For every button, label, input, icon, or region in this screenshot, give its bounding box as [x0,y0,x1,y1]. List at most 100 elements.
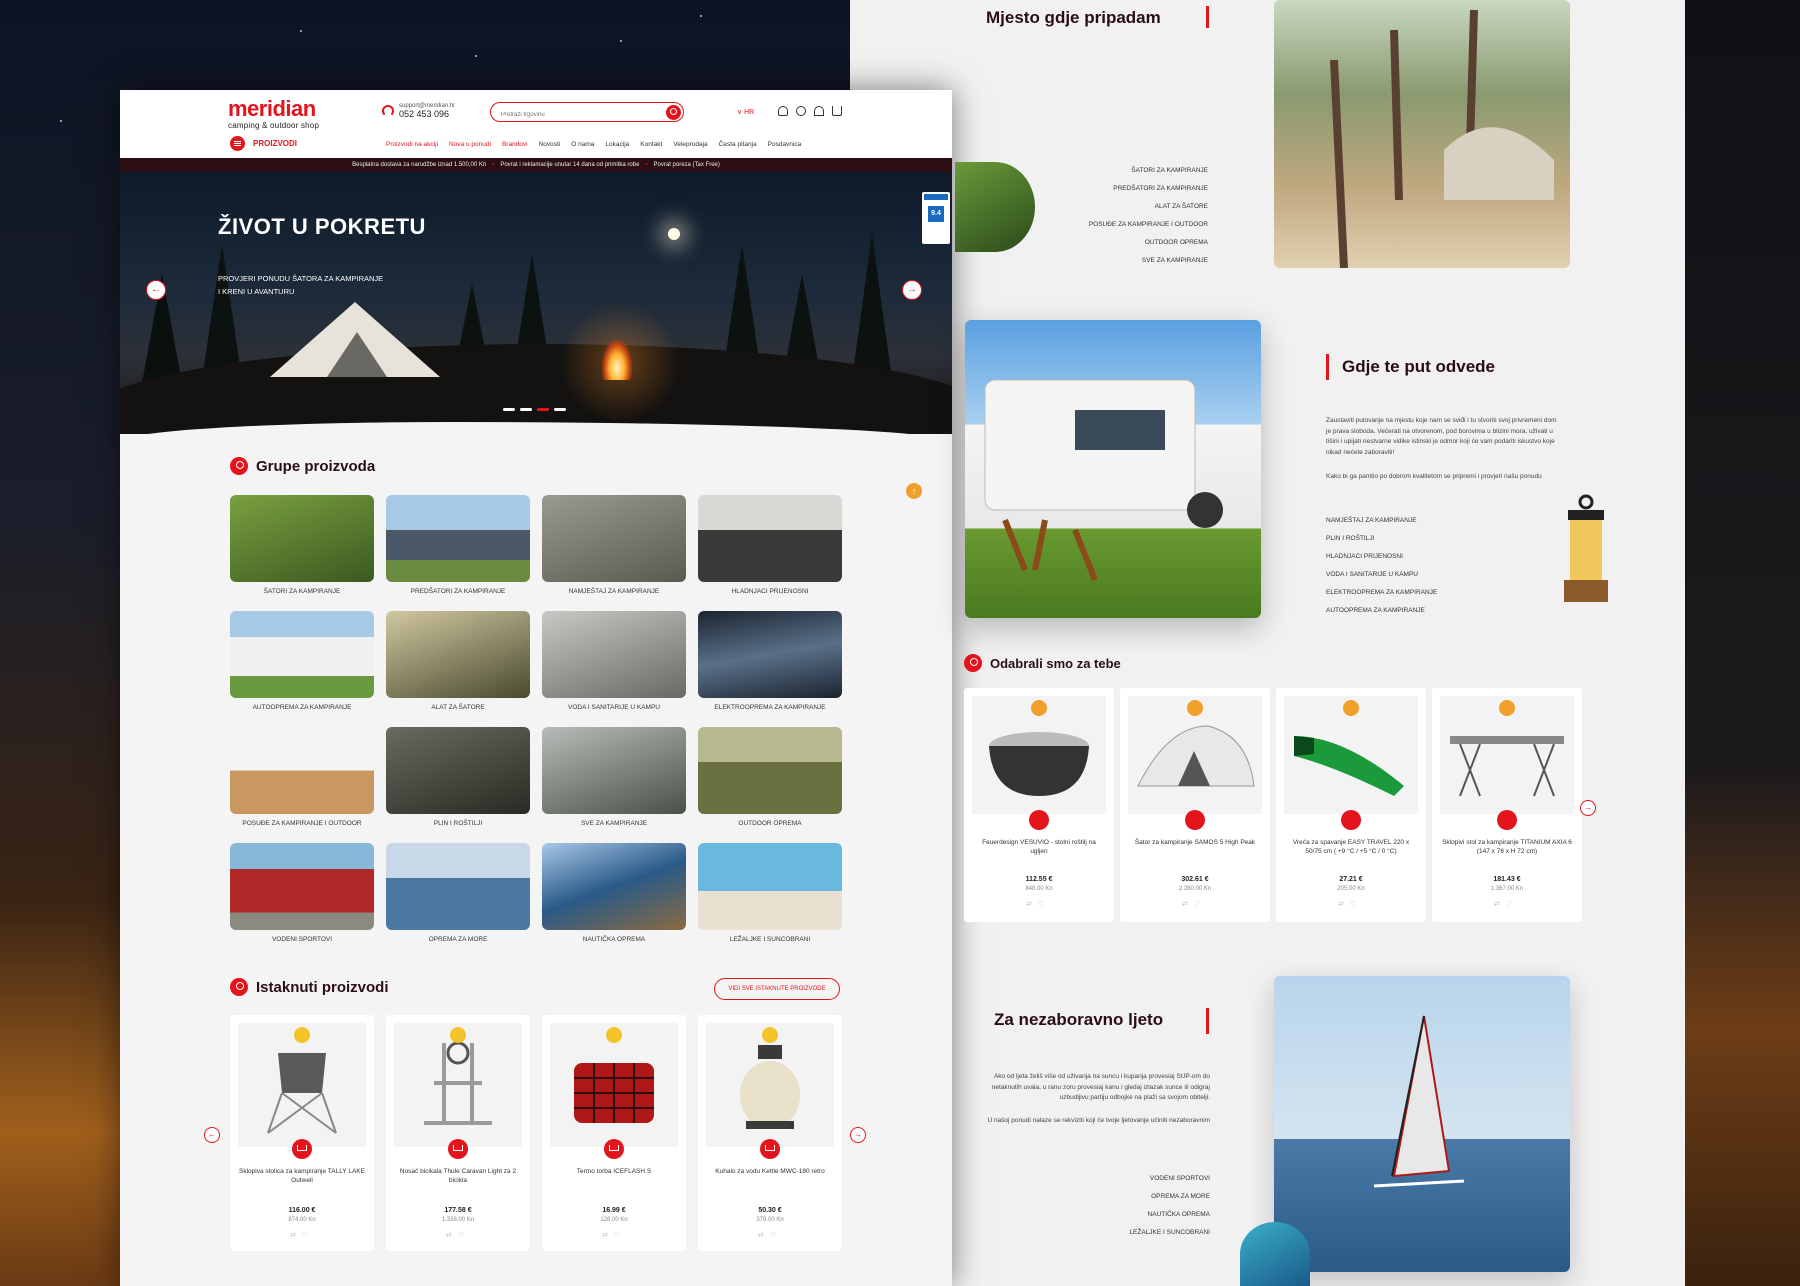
category-card[interactable]: HLADNJACI PRIJENOSNI [698,495,842,599]
nav-item[interactable]: Novosti [539,141,561,148]
nav-item[interactable]: Brandovi [502,141,528,148]
product-card[interactable]: Sklopiva stolica za kampiranje TALLY LAK… [230,1015,374,1251]
picks-products: Feuerdesign VESUVIO - stolni roštilj na … [964,688,1582,922]
nav-item[interactable]: Proizvodi na akciji [386,141,438,148]
category-link[interactable]: HLADNJACI PRIJENOSNI [1326,548,1506,566]
category-link[interactable]: SVE ZA KAMPIRANJE [1020,252,1208,270]
product-actions[interactable]: ⇄♡ [1338,900,1362,908]
slider-dot[interactable] [554,408,566,411]
search-input[interactable] [501,112,651,118]
product-actions[interactable]: ⇄♡ [1494,900,1518,908]
category-card[interactable]: VODENI SPORTOVI [230,843,374,947]
nav-item[interactable]: Česta pitanja [719,141,757,148]
compare-icon[interactable] [796,106,806,116]
product-card[interactable]: Kuhalo za vodu Kettle MWC-180 retro 50.3… [698,1015,842,1251]
category-card[interactable]: ELEKTROOPREMA ZA KAMPIRANJE [698,611,842,715]
category-card[interactable]: POSUĐE ZA KAMPIRANJE I OUTDOOR [230,727,374,831]
slider-dot[interactable] [520,408,532,411]
category-link[interactable]: VODENI SPORTOVI [1040,1170,1210,1188]
category-link[interactable]: OUTDOOR OPREMA [1020,234,1208,252]
product-tag-icon [606,1027,622,1043]
category-card[interactable]: SVE ZA KAMPIRANJE [542,727,686,831]
add-to-cart-button[interactable] [1497,810,1517,830]
user-icon[interactable] [778,106,788,116]
language-selector[interactable]: ∨ HR [737,108,754,116]
category-link[interactable]: PLIN I ROŠTILJI [1326,530,1506,548]
product-card[interactable]: Nosač bicikala Thule Caravan Light za 2 … [386,1015,530,1251]
category-card[interactable]: PREDŠATORI ZA KAMPIRANJE [386,495,530,599]
products-menu-button[interactable]: PROIZVODI [230,136,297,151]
category-link[interactable]: ELEKTROOPREMA ZA KAMPIRANJE [1326,584,1506,602]
category-link[interactable]: VODA I SANITARIJE U KAMPU [1326,566,1506,584]
product-card[interactable]: Feuerdesign VESUVIO - stolni roštilj na … [964,688,1114,922]
category-card[interactable]: AUTOOPREMA ZA KAMPIRANJE [230,611,374,715]
category-link[interactable]: NAMJEŠTAJ ZA KAMPIRANJE [1326,512,1506,530]
product-actions[interactable]: ⇄♡ [602,1231,626,1239]
product-actions[interactable]: ⇄♡ [1026,900,1050,908]
slider-dot[interactable] [537,408,549,411]
category-link[interactable]: NAUTIČKA OPREMA [1040,1206,1210,1224]
product-card[interactable]: Vreća za spavanje EASY TRAVEL 220 x 50/7… [1276,688,1426,922]
picks-next-button[interactable]: → [1580,800,1596,816]
rating-badge[interactable]: 9.4 [922,192,950,244]
category-card[interactable]: OPREMA ZA MORE [386,843,530,947]
category-image [230,495,374,582]
category-link[interactable]: POSUĐE ZA KAMPIRANJE I OUTDOOR [1020,216,1208,234]
nav-item[interactable]: Veleprodaja [673,141,707,148]
hero-slider: ŽIVOT U POKRETU PROVJERI PONUDU ŠATORA Z… [120,172,952,434]
product-card[interactable]: Sklopivi stol za kampiranje TITANIUM AXI… [1432,688,1582,922]
category-link[interactable]: ALAT ZA ŠATORE [1020,198,1208,216]
category-link[interactable]: ŠATORI ZA KAMPIRANJE [1020,162,1208,180]
add-to-cart-button[interactable] [1341,810,1361,830]
category-card[interactable]: NAMJEŠTAJ ZA KAMPIRANJE [542,495,686,599]
hero-next-button[interactable]: → [902,280,922,300]
featured-next-button[interactable]: → [850,1127,866,1143]
category-card[interactable]: VODA I SANITARIJE U KAMPU [542,611,686,715]
moon [668,228,680,240]
product-tag-icon [1343,700,1359,716]
product-actions[interactable]: ⇄♡ [758,1231,782,1239]
product-card[interactable]: Šator za kampiranje SAMOS 5 High Peak 30… [1120,688,1270,922]
add-to-cart-button[interactable] [1029,810,1049,830]
hero-prev-button[interactable]: ← [146,280,166,300]
info-bar: Besplatna dostava za narudžbe iznad 1.50… [120,158,952,172]
nav-item[interactable]: Lokacija [605,141,629,148]
add-to-cart-button[interactable] [1185,810,1205,830]
slider-dot[interactable] [503,408,515,411]
product-actions[interactable]: ⇄♡ [1182,900,1206,908]
section-title-mid: Gdje te put odvede [1342,357,1496,376]
add-to-cart-button[interactable] [448,1139,468,1159]
category-card[interactable]: ŠATORI ZA KAMPIRANJE [230,495,374,599]
nav-item[interactable]: Posdavnica [768,141,802,148]
support-phone[interactable]: 052 453 096 [399,109,455,119]
category-card[interactable]: PLIN I ROŠTILJI [386,727,530,831]
category-image [542,611,686,698]
heart-icon[interactable] [814,106,824,116]
nav-item[interactable]: Nova u ponudi [449,141,491,148]
category-card[interactable]: LEŽALJKE I SUNCOBRANI [698,843,842,947]
category-link[interactable]: OPREMA ZA MORE [1040,1188,1210,1206]
category-link[interactable]: AUTOOPREMA ZA KAMPIRANJE [1326,602,1506,620]
product-actions[interactable]: ⇄♡ [290,1231,314,1239]
meridian-pin-icon [230,978,248,996]
view-all-featured-button[interactable]: VIDI SVE ISTAKNUTE PROIZVODE [714,978,840,1000]
logo[interactable]: meridian camping & outdoor shop [228,98,338,131]
add-to-cart-button[interactable] [760,1139,780,1159]
category-card[interactable]: NAUTIČKA OPREMA [542,843,686,947]
add-to-cart-button[interactable] [292,1139,312,1159]
nav-item[interactable]: O nama [571,141,594,148]
section-title-bottom: Za nezaboravno ljeto [994,1010,1164,1029]
product-card[interactable]: Termo torba ICEFLASH S 16.99 € 128.00 Kn… [542,1015,686,1251]
category-link[interactable]: LEŽALJKE I SUNCOBRANI [1040,1224,1210,1242]
nav-item[interactable]: Kontakt [640,141,662,148]
category-card[interactable]: OUTDOOR OPREMA [698,727,842,831]
mid-paragraph-2: Kako bi ga pamtio po dobrom kvalitetom s… [1326,473,1542,480]
scroll-top-button[interactable]: ↑ [906,483,922,499]
product-actions[interactable]: ⇄♡ [446,1231,470,1239]
search-icon[interactable] [666,105,681,120]
featured-prev-button[interactable]: ← [204,1127,220,1143]
cart-icon[interactable] [832,106,842,116]
category-card[interactable]: ALAT ZA ŠATORE [386,611,530,715]
category-link[interactable]: PREDŠATORI ZA KAMPIRANJE [1020,180,1208,198]
add-to-cart-button[interactable] [604,1139,624,1159]
